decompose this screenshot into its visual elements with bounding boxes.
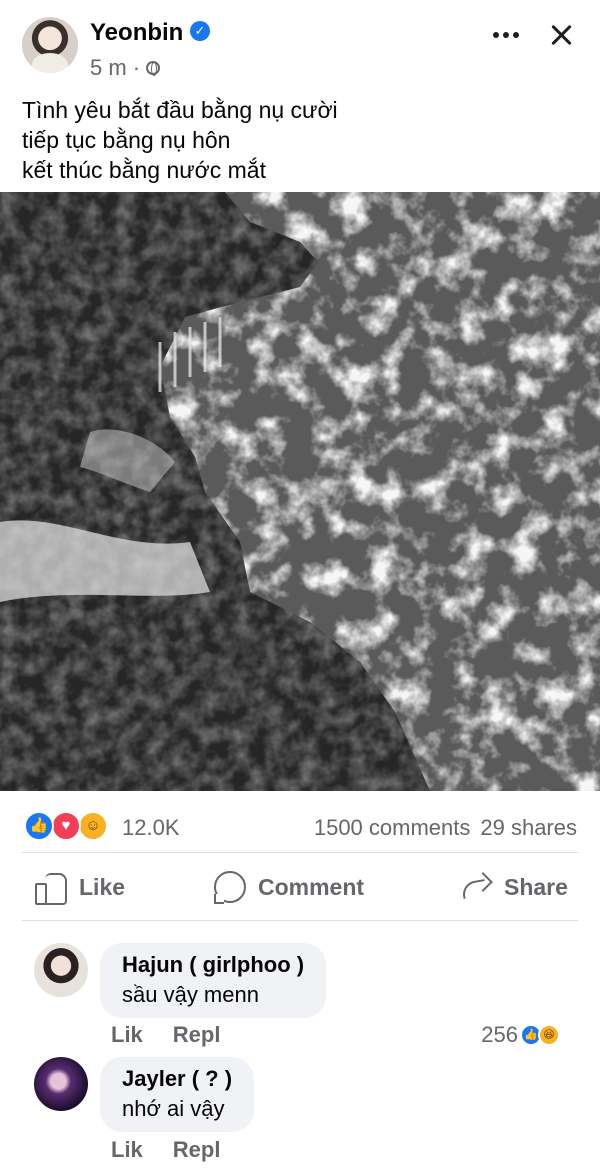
share-arrow-icon [460, 873, 492, 901]
comment-actions: Lik Repl [111, 1022, 220, 1048]
share-button[interactable]: Share [460, 855, 568, 919]
commenter-name[interactable]: Jayler ( ? ) [122, 1066, 232, 1092]
comment-text: sầu vậy menn [122, 982, 259, 1007]
close-icon[interactable] [546, 20, 576, 50]
action-bar: Like Comment Share [0, 855, 600, 919]
caption-line: kết thúc bằng nước mắt [22, 157, 266, 183]
comment-reaction-count: 256 [481, 1022, 518, 1047]
comment-reply-button[interactable]: Repl [173, 1022, 221, 1048]
commenter-name[interactable]: Hajun ( girlphoo ) [122, 952, 304, 978]
sea-waves-image [0, 192, 600, 791]
reaction-count[interactable]: 12.0K [122, 815, 180, 841]
comment-like-button[interactable]: Lik [111, 1022, 143, 1048]
post-time[interactable]: 5 m [90, 55, 127, 81]
comment-bubble[interactable]: Jayler ( ? ) nhớ ai vậy [100, 1057, 255, 1132]
commenter-avatar[interactable] [34, 943, 88, 997]
love-reaction-icon: ♥ [51, 811, 81, 841]
comment-bubble-icon [214, 871, 246, 904]
post-stats: 1500 comments 29 shares [314, 815, 577, 841]
haha-reaction-icon: 😆 [538, 1024, 560, 1046]
care-reaction-icon: ☺ [78, 811, 108, 841]
like-button[interactable]: Like [35, 855, 125, 919]
post-header: Yeonbin ✓ 5 m · [0, 0, 600, 90]
reaction-icons: 👍 ♥ ☺ [24, 811, 112, 841]
comment-button[interactable]: Comment [214, 855, 364, 919]
meta-separator: · [132, 55, 141, 80]
verified-badge-icon: ✓ [190, 21, 210, 41]
comment-reply-button[interactable]: Repl [173, 1137, 221, 1163]
reactions-summary[interactable]: 👍 ♥ ☺ 12.0K 1500 comments 29 shares [0, 805, 600, 845]
like-reaction-icon: 👍 [24, 811, 54, 841]
divider [22, 852, 578, 853]
comment-actions: Lik Repl [111, 1137, 220, 1163]
comment-like-button[interactable]: Lik [111, 1137, 143, 1163]
caption-line: tiếp tục bằng nụ hôn [22, 127, 231, 153]
comment-count[interactable]: 1500 comments [314, 815, 471, 841]
author-avatar[interactable] [22, 17, 78, 73]
share-label: Share [504, 873, 568, 900]
divider [22, 920, 578, 921]
globe-icon [146, 61, 161, 76]
comment-label: Comment [258, 873, 365, 900]
like-label: Like [79, 873, 126, 900]
comment-text: nhớ ai vậy [122, 1096, 225, 1121]
comment-reactions[interactable]: 256 👍 😆 [481, 1022, 560, 1048]
post-caption: Tình yêu bắt đầu bằng nụ cười tiếp tục b… [22, 95, 338, 185]
author-name[interactable]: Yeonbin [90, 19, 183, 47]
more-options-icon[interactable] [490, 20, 522, 50]
post-meta: 5 m · [90, 55, 161, 81]
post-photo[interactable] [0, 192, 600, 791]
thumb-up-icon [35, 871, 67, 905]
caption-line: Tình yêu bắt đầu bằng nụ cười [22, 97, 338, 123]
comment-bubble[interactable]: Hajun ( girlphoo ) sầu vậy menn [100, 943, 327, 1018]
commenter-avatar[interactable] [34, 1057, 88, 1111]
share-count[interactable]: 29 shares [480, 815, 577, 841]
